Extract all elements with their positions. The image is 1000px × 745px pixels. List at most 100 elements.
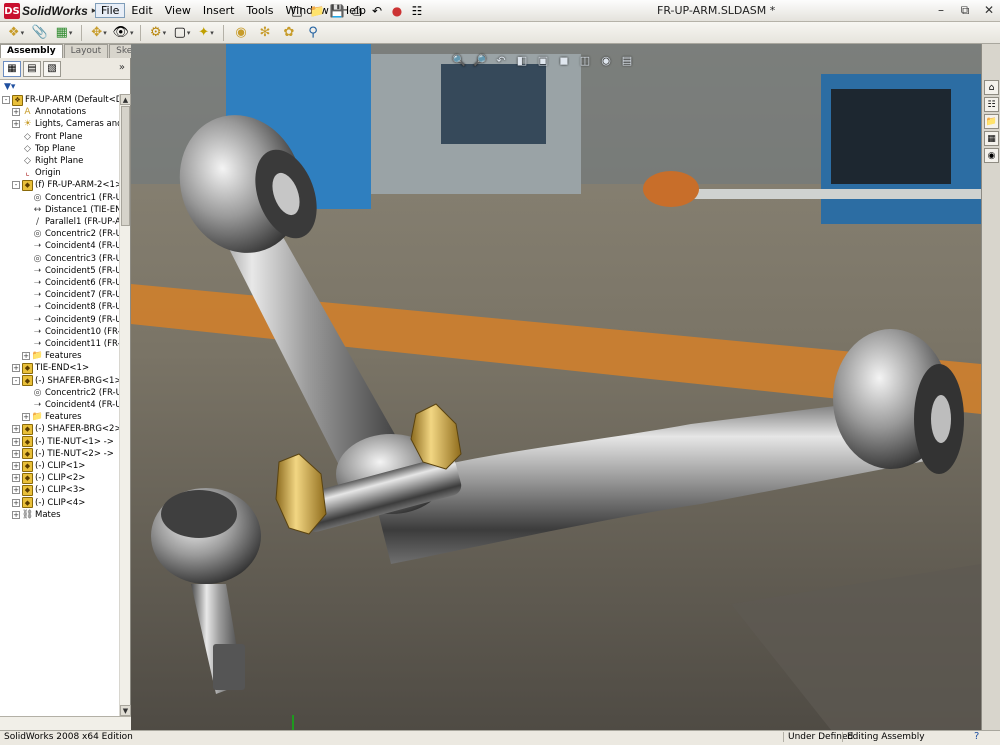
reference-geometry-icon[interactable]: ▢ ▾ [172,24,192,42]
tree-item[interactable]: + 📁 Features [0,411,82,423]
tree-item[interactable]: + A Annotations [0,106,86,118]
mate-icon[interactable]: 📎 [30,24,50,42]
expand-icon[interactable]: + [12,498,20,507]
scroll-thumb[interactable] [121,106,130,226]
file-explorer-icon[interactable]: 📁 [984,114,999,129]
new-document-icon[interactable]: □ [288,2,306,20]
open-folder-icon[interactable]: 📁 [308,2,326,20]
tree-item[interactable]: ∕ Parallel1 (FR-UP-ARM- [0,216,120,228]
expand-icon[interactable]: + [12,108,20,117]
tree-item[interactable]: + ⛓ Mates [0,509,61,521]
solidworks-logo[interactable]: DS SolidWorks ▸ [4,3,96,19]
solidworks-resources-icon[interactable]: ⌂ [984,80,999,95]
tree-filter[interactable]: ▼▾ [0,80,130,94]
expand-icon[interactable]: + [12,425,20,434]
bill-of-materials-icon[interactable]: ◉ [231,24,251,42]
expand-icon[interactable]: + [12,364,20,373]
traffic-light-rebuild-icon[interactable]: ● [388,2,406,20]
close-icon[interactable]: ✕ [982,2,996,18]
tree-item[interactable]: ◎Concentric3 (FR-UP-AR [0,253,120,265]
expand-icon[interactable]: + [22,352,30,361]
tree-item[interactable]: ◎Concentric2 (FR-UP-AR [0,387,120,399]
help-icon[interactable]: ? [974,731,979,742]
tab-layout[interactable]: Layout [63,44,109,58]
tree-item[interactable]: ➝Coincident9 (FR-UP-AR [0,314,120,326]
tree-item[interactable]: ↔Distance1 (TIE-END<1 [0,204,120,216]
minimize-icon[interactable]: – [934,2,948,18]
edit-appearance-icon[interactable]: ◉ [598,52,614,68]
tree-item[interactable]: ➝Coincident7 (FR-UP-AR [0,289,120,301]
print-icon[interactable]: ⎙ [348,2,366,20]
collapse-icon[interactable]: - [12,376,20,385]
tree-item[interactable]: -◆(f) FR-UP-ARM-2<1> (Def [0,179,120,191]
tree-item[interactable]: + ◆ TIE-END<1> [0,362,89,374]
menu-file[interactable]: File [95,3,126,18]
expand-icon[interactable]: + [12,462,20,470]
scroll-down-arrow-icon[interactable]: ▼ [120,705,131,716]
expand-icon[interactable]: + [12,437,20,446]
move-component-icon[interactable]: ✥ ▾ [89,24,109,42]
feature-manager-tab-icon[interactable]: ▦ [3,60,21,77]
expand-icon[interactable]: + [12,510,20,519]
hide-show-items-icon[interactable]: ◫ [577,52,593,68]
explode-line-sketch-icon[interactable]: ✿ [279,24,299,42]
tree-vertical-scrollbar[interactable]: ▲ ▼ [119,94,131,716]
collapse-icon[interactable]: - [12,181,20,190]
options-icon[interactable]: ☷ [408,2,426,20]
tree-item[interactable]: + ◆ (-) TIE-NUT<1> -> [0,436,114,448]
view-palette-icon[interactable]: ▦ [984,131,999,146]
configuration-manager-tab-icon[interactable]: ▧ [43,60,61,77]
tree-item[interactable]: ◇ Front Plane [0,131,82,143]
collapse-icon[interactable]: - [2,96,10,104]
expand-icon[interactable]: + [12,474,20,483]
exploded-view-icon[interactable]: ✻ [255,24,275,42]
tree-item[interactable]: +☀Lights, Cameras and Scene [0,118,120,130]
tree-item[interactable]: + 📁 Features [0,350,82,362]
tree-item[interactable]: ➝Coincident10 (FR-UP-A [0,326,120,338]
tree-item[interactable]: ➝Coincident5 (FR-UP-AR [0,265,120,277]
undo-icon[interactable]: ↶ [368,2,386,20]
apply-scene-icon[interactable]: ▤ [619,52,635,68]
expand-icon[interactable]: + [12,449,20,458]
menu-edit[interactable]: Edit [125,3,158,18]
tree-item[interactable]: ◇ Top Plane [0,143,75,155]
insert-component-icon[interactable]: ❖ ▾ [6,24,26,42]
restore-icon[interactable]: ⧉ [958,2,972,18]
tree-item[interactable]: + ◆ (-) CLIP<4> [0,497,85,509]
save-icon[interactable]: 💾 [328,2,346,20]
interference-detection-icon[interactable]: ⚲ [303,24,323,42]
menu-insert[interactable]: Insert [197,3,241,18]
display-style-icon[interactable]: ◼ [556,52,572,68]
menu-tools[interactable]: Tools [240,3,279,18]
section-view-icon[interactable]: ◧ [514,52,530,68]
tree-item[interactable]: + ◆ (-) SHAFER-BRG<2> [0,423,120,435]
new-motion-study-icon[interactable]: ✦ ▾ [196,24,216,42]
tree-horizontal-scrollbar[interactable] [0,716,131,730]
scroll-up-arrow-icon[interactable]: ▲ [120,94,131,105]
tree-item[interactable]: + ◆ (-) CLIP<2> [0,472,85,484]
expand-icon[interactable]: + [12,120,20,129]
zoom-to-fit-icon[interactable]: 🔍 [451,52,467,68]
tree-item[interactable]: ➝Coincident4 (FR-UP-AR [0,399,120,411]
filter-icon[interactable]: ▼▾ [4,82,15,92]
previous-view-icon[interactable]: ↶ [493,52,509,68]
tree-item[interactable]: ➝Coincident6 (FR-UP-AR [0,277,120,289]
tree-item[interactable]: ➝Coincident8 (FR-UP-AR [0,301,120,313]
design-library-icon[interactable]: ☷ [984,97,999,112]
tree-item[interactable]: - ◆ (-) SHAFER-BRG<1> [0,375,120,387]
tree-item[interactable]: ⌞ Origin [0,167,60,179]
property-manager-tab-icon[interactable]: ▤ [23,60,41,77]
show-hidden-icon[interactable]: 👁 ▾ [112,24,133,42]
assembly-features-icon[interactable]: ⚙ ▾ [148,24,168,42]
expand-icon[interactable]: + [22,413,30,422]
tree-item[interactable]: + ◆ (-) CLIP<3> [0,484,85,496]
tree-item[interactable]: + ◆ (-) TIE-NUT<2> -> [0,448,114,460]
linear-pattern-icon[interactable]: ▦ ▾ [54,24,74,42]
tab-assembly[interactable]: Assembly [0,44,63,58]
menu-view[interactable]: View [159,3,197,18]
tree-item[interactable]: -❖FR-UP-ARM (Default<Display [0,94,120,106]
zoom-to-area-icon[interactable]: 🔎 [472,52,488,68]
expand-icon[interactable]: + [12,486,20,495]
tree-item[interactable]: ➝Coincident11 (FR-UP-A [0,338,120,350]
tree-item[interactable]: ➝Coincident4 (FR-UP-AR [0,240,120,252]
